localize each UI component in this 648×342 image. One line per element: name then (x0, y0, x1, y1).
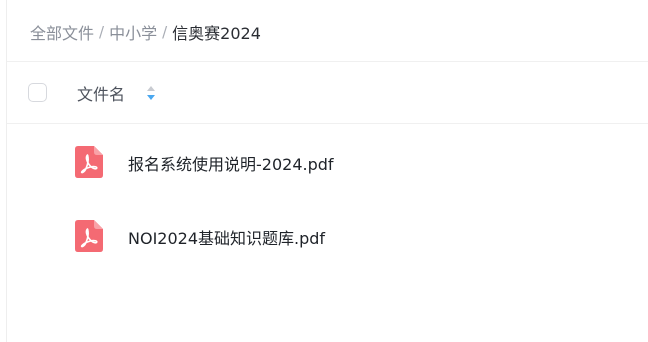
file-row[interactable]: 报名系统使用说明-2024.pdf (0, 132, 648, 192)
breadcrumb-item-current-folder: 信奥赛2024 (172, 24, 261, 43)
file-name[interactable]: 报名系统使用说明-2024.pdf (128, 151, 334, 175)
breadcrumb-item-primary-secondary[interactable]: 中小学 (109, 20, 157, 44)
pdf-icon (75, 146, 103, 178)
row-divider (7, 123, 648, 124)
breadcrumb: 全部文件 / 中小学 / 信奥赛2024 (30, 20, 261, 44)
pdf-icon (75, 220, 103, 252)
column-header-filename[interactable]: 文件名 (77, 81, 125, 105)
file-name[interactable]: NOI2024基础知识题库.pdf (128, 225, 325, 249)
breadcrumb-separator: / (162, 23, 168, 41)
file-row[interactable]: NOI2024基础知识题库.pdf (0, 206, 648, 266)
breadcrumb-separator: / (99, 23, 105, 41)
select-all-checkbox[interactable] (28, 83, 47, 102)
sort-icon[interactable] (146, 84, 156, 102)
table-header: 文件名 (0, 62, 648, 124)
breadcrumb-item-all-files[interactable]: 全部文件 (30, 20, 94, 44)
